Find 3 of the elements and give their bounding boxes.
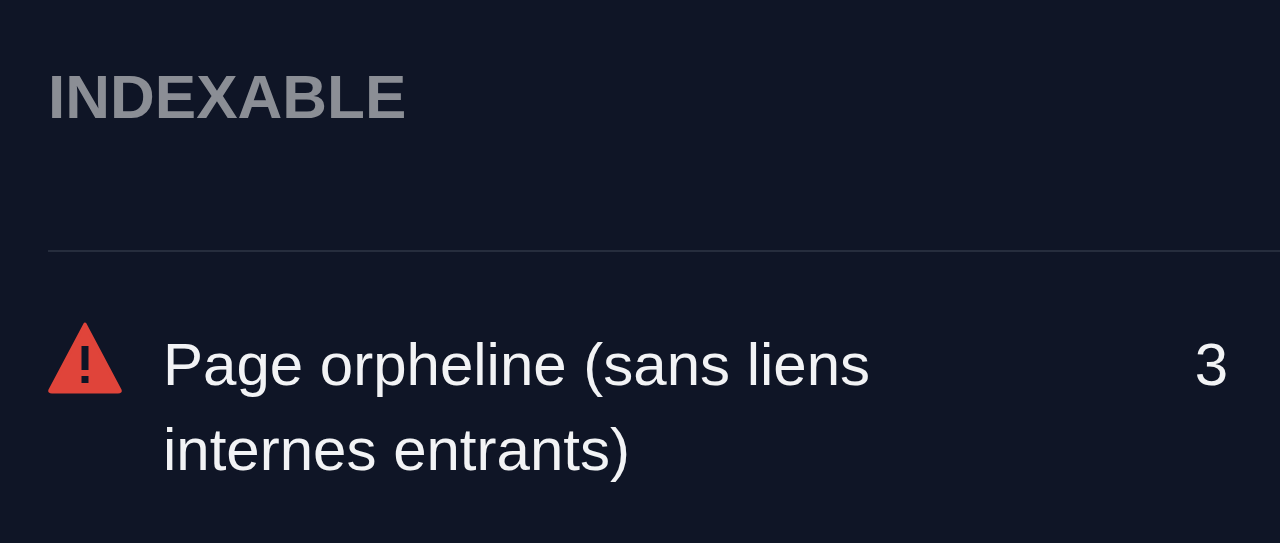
- section-title: INDEXABLE: [48, 61, 408, 133]
- issue-label: Page orpheline (sans liens internes entrants): [163, 330, 872, 485]
- issue-count: 3: [1194, 330, 1228, 400]
